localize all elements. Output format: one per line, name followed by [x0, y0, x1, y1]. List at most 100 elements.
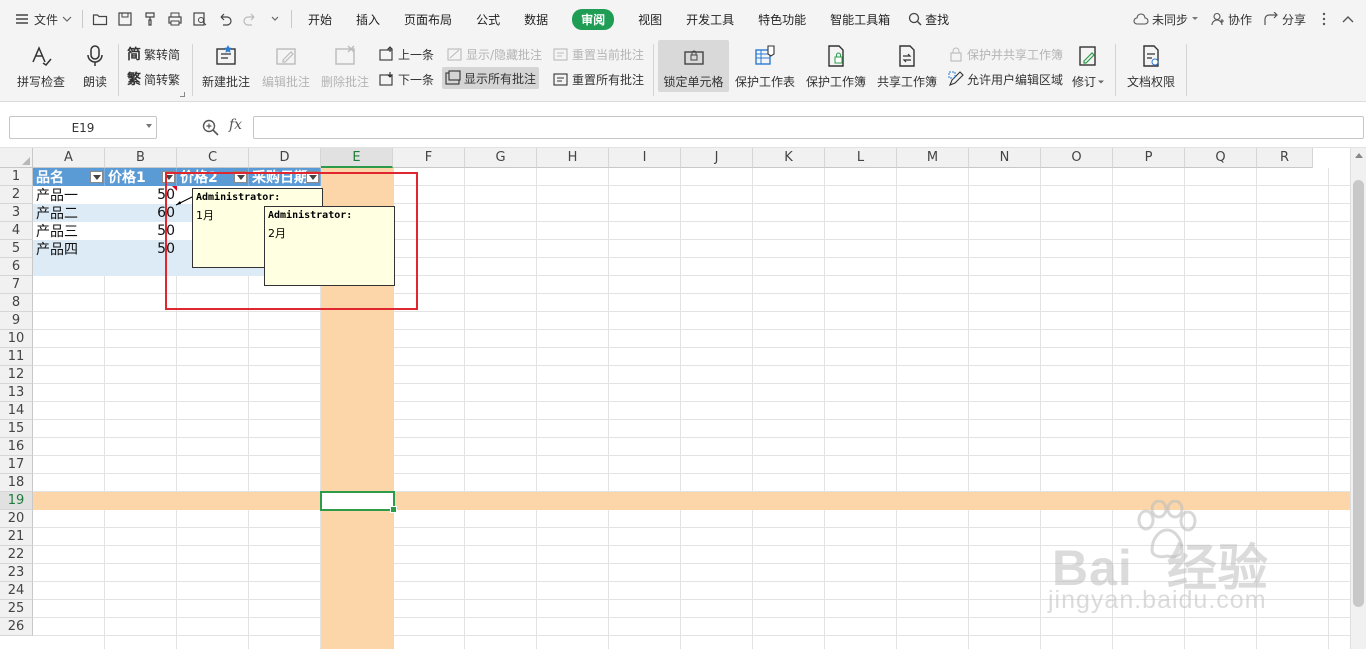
row-header[interactable]: 9	[0, 312, 33, 330]
row-header[interactable]: 22	[0, 546, 33, 564]
column-header[interactable]: K	[753, 148, 825, 168]
row-header[interactable]: 17	[0, 456, 33, 474]
row-header[interactable]: 13	[0, 384, 33, 402]
tab-view[interactable]: 视图	[626, 0, 674, 38]
undo-button[interactable]	[212, 0, 237, 38]
open-button[interactable]	[87, 0, 112, 38]
table-cell[interactable]: 产品一	[33, 186, 105, 204]
spreadsheet-grid[interactable]: 品名 价格1 价格2 采购日期 产品一 50 产品二 60 产品三 50 产品四…	[0, 148, 1350, 649]
new-comment-button[interactable]: 新建批注	[198, 40, 254, 98]
tab-developer[interactable]: 开发工具	[674, 0, 746, 38]
column-header[interactable]: J	[681, 148, 753, 168]
traditional-to-simplified-button[interactable]: 简 繁转简	[124, 43, 183, 65]
row-header[interactable]: 20	[0, 510, 33, 528]
row-header[interactable]: 5	[0, 240, 33, 258]
file-menu[interactable]: 文件	[0, 0, 78, 38]
tab-special-features[interactable]: 特色功能	[746, 0, 818, 38]
tab-formulas[interactable]: 公式	[464, 0, 512, 38]
protect-sheet-button[interactable]: 保护工作表	[733, 40, 797, 98]
row-header[interactable]: 25	[0, 600, 33, 618]
protect-and-share-button[interactable]: 保护并共享工作簿	[945, 43, 1066, 65]
more-options-button[interactable]	[1312, 0, 1336, 38]
row-header[interactable]: 7	[0, 276, 33, 294]
insert-function-icon[interactable]: fx	[229, 117, 242, 133]
dialog-launcher-icon[interactable]	[180, 92, 185, 97]
chevron-down-icon[interactable]	[146, 124, 152, 128]
show-hide-comment-button[interactable]: 显示/隐藏批注	[444, 43, 545, 65]
column-header[interactable]: R	[1257, 148, 1313, 168]
row-header[interactable]: 15	[0, 420, 33, 438]
print-preview-button[interactable]	[187, 0, 212, 38]
row-header[interactable]: 3	[0, 204, 33, 222]
tab-data[interactable]: 数据	[512, 0, 560, 38]
spell-check-button[interactable]: 拼写检查	[10, 40, 72, 98]
next-comment-button[interactable]: 下一条	[376, 68, 437, 90]
customize-toolbar-button[interactable]	[262, 0, 287, 38]
redo-button[interactable]	[237, 0, 262, 38]
column-header[interactable]: N	[969, 148, 1041, 168]
table-cell[interactable]: 产品四	[33, 240, 105, 258]
column-header[interactable]: M	[897, 148, 969, 168]
simplified-to-traditional-button[interactable]: 繁 简转繁	[124, 68, 183, 90]
column-header[interactable]: G	[465, 148, 537, 168]
row-header[interactable]: 26	[0, 618, 33, 636]
active-cell[interactable]	[320, 491, 397, 513]
row-header[interactable]: 24	[0, 582, 33, 600]
formula-input[interactable]	[253, 116, 1364, 139]
show-all-comments-button[interactable]: 显示所有批注	[442, 67, 540, 89]
tab-review[interactable]: 审阅	[560, 0, 626, 38]
row-header[interactable]: 23	[0, 564, 33, 582]
column-header[interactable]: D	[249, 148, 321, 168]
lock-cell-button[interactable]: 锁定单元格	[658, 40, 729, 92]
row-header[interactable]: 11	[0, 348, 33, 366]
row-header[interactable]: 10	[0, 330, 33, 348]
search-button[interactable]: 查找	[902, 0, 955, 38]
row-header[interactable]: 21	[0, 528, 33, 546]
read-aloud-button[interactable]: 朗读	[78, 40, 112, 98]
row-header[interactable]: 6	[0, 258, 33, 276]
column-header[interactable]: I	[609, 148, 681, 168]
vertical-scrollbar[interactable]	[1350, 148, 1366, 649]
allow-edit-ranges-button[interactable]: 允许用户编辑区域	[945, 68, 1066, 90]
column-header[interactable]: C	[177, 148, 249, 168]
reset-current-comment-button[interactable]: 重置当前批注	[550, 43, 647, 65]
row-header[interactable]: 18	[0, 474, 33, 492]
collapse-ribbon-button[interactable]	[1336, 0, 1366, 38]
track-changes-button[interactable]: 修订	[1068, 40, 1108, 98]
row-header[interactable]: 4	[0, 222, 33, 240]
share-workbook-button[interactable]: 共享工作簿	[875, 40, 939, 98]
table-cell[interactable]: 产品二	[33, 204, 105, 222]
row-header[interactable]: 1	[0, 168, 33, 186]
row-header[interactable]: 12	[0, 366, 33, 384]
table-cell[interactable]: 产品三	[33, 222, 105, 240]
save-button[interactable]	[112, 0, 137, 38]
row-header[interactable]: 2	[0, 186, 33, 204]
share-button[interactable]: 分享	[1258, 0, 1312, 38]
previous-comment-button[interactable]: 上一条	[376, 43, 437, 65]
column-header[interactable]: P	[1113, 148, 1185, 168]
column-header[interactable]: B	[105, 148, 177, 168]
document-permission-button[interactable]: 文档权限	[1122, 40, 1180, 98]
name-box[interactable]: E19	[9, 116, 157, 139]
filter-dropdown-icon[interactable]	[90, 171, 103, 183]
format-painter-button[interactable]	[137, 0, 162, 38]
row-header[interactable]: 19	[0, 492, 33, 510]
edit-comment-button[interactable]: 编辑批注	[258, 40, 314, 98]
zoom-icon[interactable]	[202, 119, 219, 136]
protect-workbook-button[interactable]: 保护工作簿	[804, 40, 868, 98]
column-header[interactable]: E	[321, 148, 393, 168]
row-header[interactable]: 8	[0, 294, 33, 312]
tab-page-layout[interactable]: 页面布局	[392, 0, 464, 38]
row-header[interactable]: 16	[0, 438, 33, 456]
scroll-up-icon[interactable]	[1355, 153, 1363, 158]
column-header[interactable]: A	[33, 148, 105, 168]
collaborate-button[interactable]: 协作	[1205, 0, 1258, 38]
column-header[interactable]: O	[1041, 148, 1113, 168]
tab-home[interactable]: 开始	[296, 0, 344, 38]
row-header[interactable]: 14	[0, 402, 33, 420]
scrollbar-thumb[interactable]	[1353, 180, 1364, 607]
column-header[interactable]: L	[825, 148, 897, 168]
select-all-corner[interactable]	[0, 148, 33, 168]
tab-smart-toolbox[interactable]: 智能工具箱	[818, 0, 902, 38]
delete-comment-button[interactable]: 删除批注	[317, 40, 373, 98]
